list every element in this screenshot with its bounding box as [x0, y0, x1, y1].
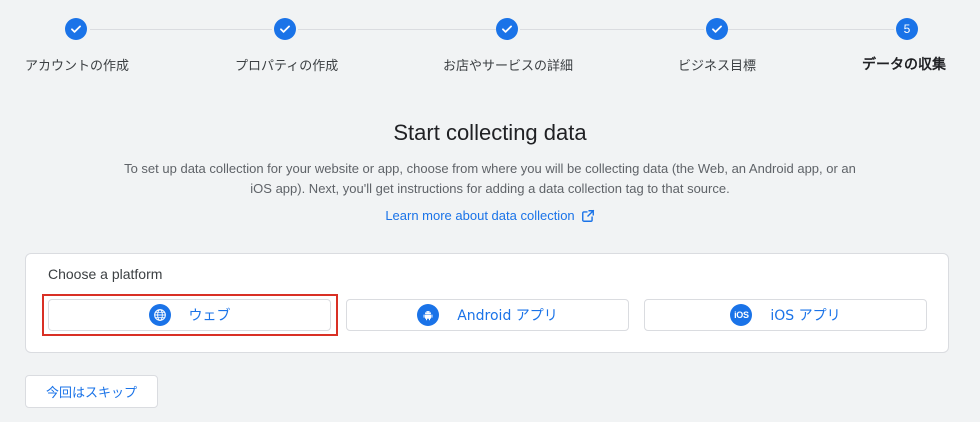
step-1-label: アカウントの作成 — [25, 59, 130, 74]
globe-icon — [148, 304, 171, 326]
ios-icon: iOS — [730, 304, 753, 326]
ios-platform-button[interactable]: iOS iOS アプリ — [644, 299, 927, 331]
learn-more-link[interactable]: Learn more about data collection — [385, 208, 594, 223]
ios-platform-label: iOS アプリ — [770, 308, 841, 324]
ios-icon-text: iOS — [734, 310, 749, 320]
stepper-connector — [298, 29, 496, 30]
step-4-label: ビジネス目標 — [678, 59, 757, 74]
stepper-connector — [520, 29, 704, 30]
learn-more-row: Learn more about data collection — [0, 208, 980, 223]
web-platform-button[interactable]: ウェブ — [48, 299, 331, 331]
step-2-complete-check-icon — [274, 18, 296, 40]
page-description: To set up data collection for your websi… — [124, 161, 856, 196]
stepper-connector — [728, 29, 894, 30]
open-in-new-icon — [581, 209, 594, 222]
setup-stepper: アカウントの作成 プロパティの作成 お店やサービスの詳細 ビジネス目標 5 デー… — [0, 0, 980, 90]
android-platform-label: Android アプリ — [457, 308, 558, 324]
platform-chooser-card: Choose a platform ウェブ Android アプリ iOS iO… — [25, 253, 949, 353]
step-3-label: お店やサービスの詳細 — [443, 59, 574, 74]
skip-button[interactable]: 今回はスキップ — [25, 375, 158, 408]
step-1-complete-check-icon — [65, 18, 87, 40]
step-5-label: データの収集 — [862, 57, 946, 73]
web-platform-label: ウェブ — [188, 308, 231, 324]
android-platform-button[interactable]: Android アプリ — [346, 299, 629, 331]
platform-card-title: Choose a platform — [48, 266, 163, 282]
android-icon — [417, 304, 440, 326]
page-title: Start collecting data — [393, 120, 587, 145]
learn-more-link-label: Learn more about data collection — [385, 208, 575, 223]
step-2-label: プロパティの作成 — [235, 59, 339, 74]
step-4-complete-check-icon — [706, 18, 728, 40]
stepper-connector — [90, 29, 272, 30]
step-3-complete-check-icon — [496, 18, 518, 40]
step-5-number-badge: 5 — [896, 18, 918, 40]
